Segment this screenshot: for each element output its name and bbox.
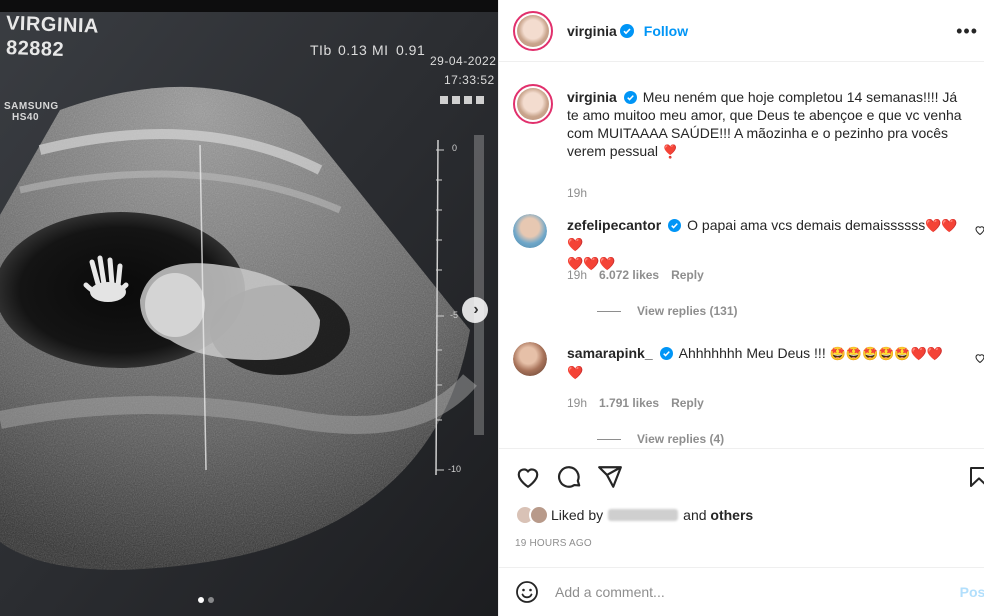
like-comment-icon[interactable] xyxy=(974,352,984,364)
post-panel: virginia Follow ••• virginia Meu neném qu… xyxy=(498,0,984,616)
caption-avatar[interactable] xyxy=(513,84,553,124)
carousel-next-button[interactable]: › xyxy=(462,297,488,323)
mi-label: MI xyxy=(372,42,389,58)
add-comment-bar: Post xyxy=(499,567,984,616)
carousel-indicator xyxy=(198,597,214,603)
save-icon[interactable] xyxy=(967,464,984,490)
tib-label: TIb xyxy=(310,42,332,58)
action-bar xyxy=(499,448,984,503)
comment-body: samarapink_ Ahhhhhhh Meu Deus !!! 🤩🤩🤩🤩🤩❤️… xyxy=(567,344,958,382)
caption-meta: 19h xyxy=(567,186,587,200)
view-replies-label: View replies (131) xyxy=(637,304,738,318)
comment-time: 19h xyxy=(567,268,588,282)
caption-emoji: ❣️ xyxy=(661,144,679,159)
carousel-dot-active xyxy=(198,597,204,603)
comment-username[interactable]: samarapink_ xyxy=(567,345,653,361)
scale-label-10: -10 xyxy=(448,464,462,474)
like-icon[interactable] xyxy=(515,464,541,490)
post-comment-button[interactable]: Post xyxy=(960,584,984,600)
patient-id: 82882 xyxy=(5,36,65,62)
comment-body: zefelipecantor O papai ama vcs demais dem… xyxy=(567,216,958,273)
carousel-dot xyxy=(208,597,214,603)
verified-badge-icon xyxy=(619,23,634,38)
divider xyxy=(597,310,621,312)
comment-input[interactable] xyxy=(555,584,960,600)
chevron-right-icon: › xyxy=(473,301,479,318)
view-replies-button[interactable]: View replies (131) xyxy=(597,304,738,318)
commenter-avatar[interactable] xyxy=(513,214,547,248)
scale-label-0: 0 xyxy=(452,143,458,153)
post-timestamp[interactable]: 19 HOURS AGO xyxy=(515,538,592,549)
reply-button[interactable]: Reply xyxy=(671,268,704,282)
patient-name: VIRGINIA xyxy=(5,12,100,38)
scale-label-5: -5 xyxy=(450,310,459,320)
view-replies-button[interactable]: View replies (4) xyxy=(597,432,724,446)
share-icon[interactable] xyxy=(597,464,623,490)
comment-likes[interactable]: 6.072 likes xyxy=(599,268,659,282)
more-options-icon[interactable]: ••• xyxy=(956,22,978,40)
scan-time: 17:33:52 xyxy=(444,73,495,87)
author-username[interactable]: virginia xyxy=(567,23,617,39)
divider xyxy=(597,438,621,440)
ultrasound-image xyxy=(0,0,498,616)
liker-avatars xyxy=(515,505,549,525)
comment-text: O papai ama vcs demais demaissssss xyxy=(687,217,926,233)
comment-meta: 19h 1.791 likes Reply xyxy=(567,396,704,410)
device-model: HS40 xyxy=(12,112,40,123)
reply-button[interactable]: Reply xyxy=(671,396,704,410)
emoji-icon[interactable] xyxy=(515,580,539,604)
liked-by-prefix: Liked by xyxy=(551,507,604,523)
comment-icon[interactable] xyxy=(557,464,583,490)
commenter-avatar[interactable] xyxy=(513,342,547,376)
follow-button[interactable]: Follow xyxy=(644,23,688,39)
tib-value: 0.13 xyxy=(338,42,368,58)
like-comment-icon[interactable] xyxy=(974,224,984,236)
comment-meta: 19h 6.072 likes Reply xyxy=(567,268,704,282)
comment-username[interactable]: zefelipecantor xyxy=(567,217,661,233)
caption-username[interactable]: virginia xyxy=(567,89,617,105)
device-brand: SAMSUNG xyxy=(4,101,59,112)
likes-summary[interactable]: Liked by and others xyxy=(515,505,753,525)
comment-text: Ahhhhhhh Meu Deus !!! xyxy=(678,345,826,361)
liked-by-others[interactable]: others xyxy=(710,507,753,523)
comment-likes[interactable]: 1.791 likes xyxy=(599,396,659,410)
verified-badge-icon xyxy=(659,347,673,360)
caption-time: 19h xyxy=(567,186,588,200)
scan-date: 29-04-2022 xyxy=(430,54,497,68)
liked-by-and: and xyxy=(683,507,707,523)
view-replies-label: View replies (4) xyxy=(637,432,725,446)
caption-body: virginia Meu neném que hoje completou 14 … xyxy=(567,88,972,161)
author-avatar[interactable] xyxy=(513,10,553,51)
mi-value: 0.91 xyxy=(396,42,426,58)
comment-emoji: 🤩🤩🤩🤩🤩❤️❤️ xyxy=(829,346,943,361)
verified-badge-icon xyxy=(668,219,682,232)
verified-badge-icon xyxy=(623,91,637,104)
liker-name-blurred[interactable] xyxy=(608,509,679,521)
post-media: VIRGINIA 82882 SAMSUNG HS40 TIb 0.13 MI … xyxy=(0,0,498,616)
comment-time: 19h xyxy=(567,396,588,410)
post-header: virginia Follow ••• xyxy=(499,0,984,62)
comments-list[interactable]: virginia Meu neném que hoje completou 14 … xyxy=(499,74,984,448)
comment-emoji-line2: ❤️ xyxy=(567,365,584,380)
